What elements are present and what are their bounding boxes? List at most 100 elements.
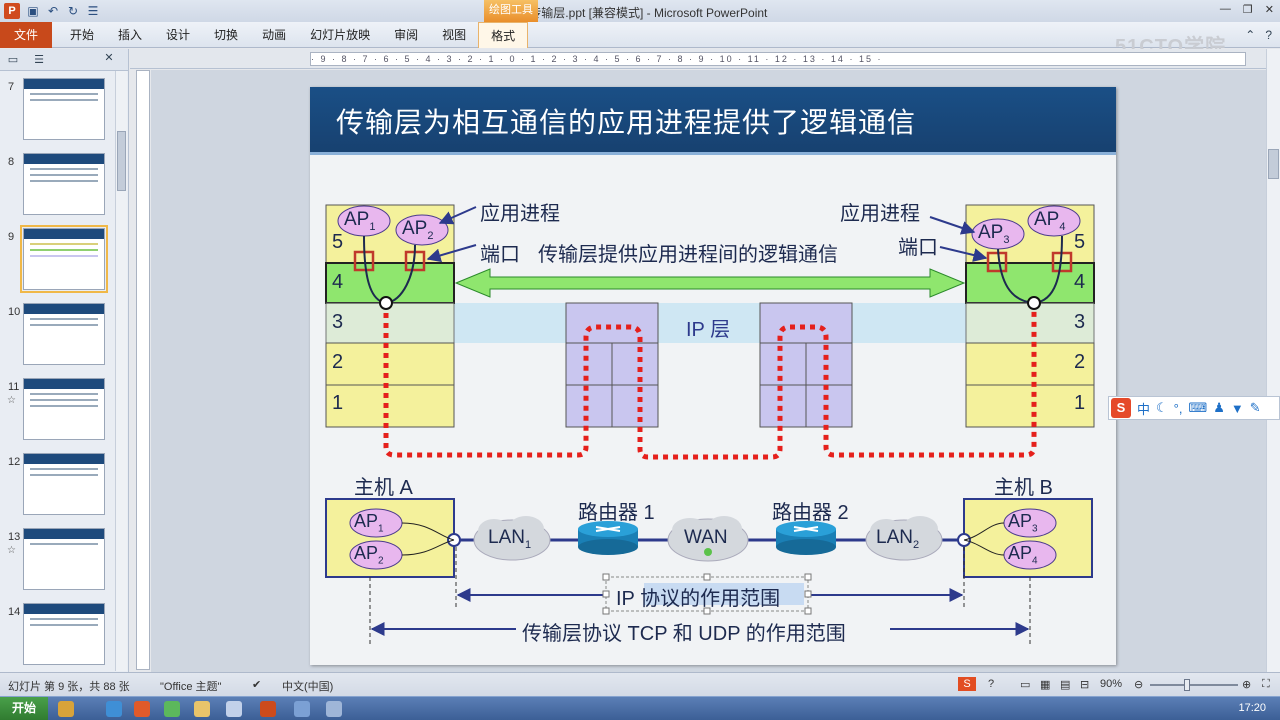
vertical-ruler [136, 70, 150, 670]
editor-vertical-scrollbar[interactable] [1266, 49, 1280, 672]
save-icon[interactable]: ▣ [26, 4, 40, 18]
reading-view-icon[interactable]: ▤ [1060, 678, 1070, 691]
label-tcp-udp-scope[interactable]: 传输层协议 TCP 和 UDP 的作用范围 [522, 617, 846, 646]
ie-icon[interactable] [106, 701, 122, 717]
close-icon[interactable]: ✕ [1265, 3, 1274, 16]
ime-chinese-mode[interactable]: 中 [1137, 399, 1150, 418]
slides-pane-scrollbar[interactable] [115, 71, 127, 671]
layer-number-4-right: 4 [1074, 271, 1086, 293]
selection-rotate-handle[interactable] [704, 548, 712, 556]
zoom-in-icon[interactable]: ⊕ [1242, 678, 1251, 691]
tab-view[interactable]: 视图 [430, 22, 478, 48]
tshirt-icon[interactable]: ▼ [1231, 401, 1244, 416]
tab-transitions[interactable]: 切换 [202, 22, 250, 48]
tab-design[interactable]: 设计 [154, 22, 202, 48]
label-app-process-right[interactable]: 应用进程 [840, 197, 920, 226]
layer-number-3-left: 3 [332, 311, 344, 333]
slide-number: 8 [8, 156, 15, 168]
keyboard-icon[interactable]: ⌨ [1188, 400, 1207, 416]
skin-icon[interactable]: ♟ [1213, 400, 1225, 416]
moon-icon[interactable]: ☾ [1156, 400, 1168, 416]
label-host-a[interactable]: 主机 A [354, 471, 413, 500]
slides-tab-icon[interactable]: ▭ [0, 53, 26, 66]
file-tab[interactable]: 文件 [0, 21, 52, 48]
start-button[interactable]: 开始 [0, 697, 48, 720]
chrome-icon[interactable] [164, 701, 180, 717]
fit-slide-icon[interactable]: ⛶ [1262, 678, 1270, 691]
powerpoint-icon[interactable]: P [4, 3, 20, 19]
tab-review[interactable]: 审阅 [382, 22, 430, 48]
folder-icon[interactable] [194, 701, 210, 717]
label-logical-comm[interactable]: 传输层提供应用进程间的逻辑通信 [538, 238, 838, 267]
app-icon[interactable] [226, 701, 242, 717]
label-port-right[interactable]: 端口 [898, 231, 938, 260]
app-icon[interactable] [326, 701, 342, 717]
slide-thumbnail[interactable] [23, 528, 105, 590]
label-host-b[interactable]: 主机 B [994, 471, 1053, 500]
label-port-left[interactable]: 端口 [480, 238, 520, 267]
slide-sorter-icon[interactable]: ▦ [1040, 678, 1050, 691]
zoom-slider[interactable] [1150, 679, 1238, 691]
app-icon[interactable] [134, 701, 150, 717]
help-circle-icon[interactable]: ? [988, 678, 994, 690]
animation-star-icon: ☆ [7, 395, 16, 406]
spellcheck-icon[interactable]: ✔ [252, 678, 261, 691]
layer-number-4-left: 4 [332, 271, 344, 293]
redo-icon[interactable]: ↻ [66, 4, 80, 18]
slide[interactable]: 传输层为相互通信的应用进程提供了逻辑通信 应用进程 应用进程 端口 端口 传输层… [310, 87, 1116, 665]
lan2-label: LAN2 [876, 527, 920, 551]
label-router1[interactable]: 路由器 1 [578, 496, 655, 525]
zoom-level[interactable]: 90% [1100, 678, 1122, 690]
layer-number-1-right: 1 [1074, 392, 1086, 414]
label-ip-scope[interactable]: IP 协议的作用范围 [616, 582, 780, 611]
tab-home[interactable]: 开始 [58, 22, 106, 48]
slide-thumbnail[interactable] [23, 78, 105, 140]
ap1-label: AP1 [344, 209, 376, 233]
tab-insert[interactable]: 插入 [106, 22, 154, 48]
document-title: 05 传输层.ppt [兼容模式] - Microsoft PowerPoint [512, 6, 768, 20]
slide-thumbnail[interactable] [23, 153, 105, 215]
sogou-status-icon[interactable]: S [958, 677, 976, 691]
router1-icon [578, 521, 638, 555]
layer-number-5-left: 5 [332, 231, 344, 253]
app-icon[interactable] [58, 701, 74, 717]
app-icon[interactable] [294, 701, 310, 717]
label-app-process-left[interactable]: 应用进程 [480, 197, 560, 226]
slide-thumbnail[interactable] [23, 603, 105, 665]
layer-number-1-left: 1 [332, 392, 344, 414]
slide-thumbnail[interactable] [23, 303, 105, 365]
layer-number-3-right: 3 [1074, 311, 1086, 333]
restore-icon[interactable]: ❐ [1243, 3, 1253, 16]
tab-format[interactable]: 格式 [478, 21, 529, 48]
sogou-logo-icon[interactable]: S [1111, 398, 1131, 418]
slideshow-view-icon[interactable]: ⊟ [1080, 678, 1089, 691]
zoom-out-icon[interactable]: ⊖ [1134, 678, 1143, 691]
slide-thumbnail[interactable] [23, 453, 105, 515]
close-pane-icon[interactable]: ✕ [96, 51, 122, 64]
ribbon-right-controls: ⌃ ? [1245, 28, 1272, 42]
language[interactable]: 中文(中国) [282, 678, 333, 694]
clock: 17:20 [1238, 702, 1266, 714]
minimize-icon[interactable]: — [1220, 3, 1231, 16]
horizontal-ruler: · 9 · 8 · 7 · 6 · 5 · 4 · 3 · 2 · 1 · 0 … [130, 49, 1266, 69]
outline-tab-icon[interactable]: ☰ [26, 53, 52, 66]
powerpoint-task-icon[interactable] [260, 701, 276, 717]
wrench-icon[interactable]: ✎ [1250, 400, 1261, 416]
punctuation-icon[interactable]: °, [1174, 401, 1183, 416]
ap4-label: AP4 [1034, 209, 1066, 233]
help-icon[interactable]: ? [1265, 28, 1272, 42]
expand-ribbon-icon[interactable]: ⌃ [1245, 28, 1255, 42]
slide-thumbnail[interactable] [23, 378, 105, 440]
drawing-tools-header: 绘图工具 [484, 0, 538, 22]
ap1-host-label: AP1 [354, 511, 384, 535]
label-ip-layer[interactable]: IP 层 [686, 313, 730, 342]
tab-animations[interactable]: 动画 [250, 22, 298, 48]
ime-toolbar[interactable]: S 中 ☾ °, ⌨ ♟ ▼ ✎ [1108, 396, 1280, 420]
undo-icon[interactable]: ↶ [46, 4, 60, 18]
router2-icon [776, 521, 836, 555]
label-router2[interactable]: 路由器 2 [772, 496, 849, 525]
normal-view-icon[interactable]: ▭ [1020, 678, 1030, 691]
menu-icon[interactable]: ☰ [86, 4, 100, 18]
slide-thumbnail-selected[interactable] [20, 225, 108, 293]
tab-slideshow[interactable]: 幻灯片放映 [298, 22, 382, 48]
